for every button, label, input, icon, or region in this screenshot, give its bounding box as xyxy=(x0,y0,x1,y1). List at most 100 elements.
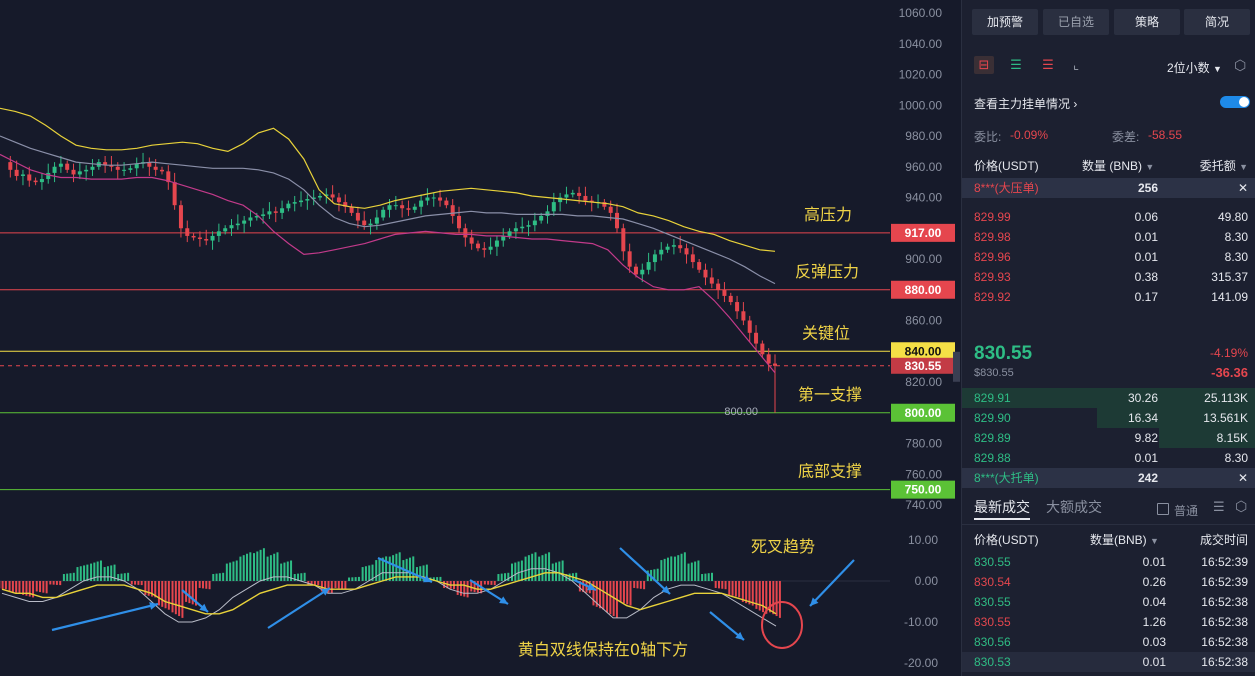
price-axis-tick: 1060.00 xyxy=(899,6,943,20)
candle-body xyxy=(754,332,759,344)
overview-button[interactable]: 简况 xyxy=(1184,9,1250,35)
bid-price: 829.88 xyxy=(974,451,1011,465)
book-asks-icon[interactable]: ☰ xyxy=(1038,56,1058,74)
filter-icon[interactable]: ☰ xyxy=(1213,499,1225,515)
candle-body xyxy=(90,166,95,170)
price-axis-tick: 900.00 xyxy=(905,252,942,266)
cross-highlight-circle xyxy=(761,601,803,649)
caret-down-icon: ▼ xyxy=(1145,162,1155,172)
macd-axis-tick: 0.00 xyxy=(915,574,939,588)
book-price-header: 价格(USDT) xyxy=(974,159,1039,173)
candle-body xyxy=(58,163,63,167)
bid-row[interactable]: 829.91 30.26 25.113K xyxy=(962,388,1255,408)
big-bid-row[interactable]: 8***(大托单) 242 ✕ xyxy=(962,468,1255,488)
bollinger-lower-line xyxy=(0,153,776,374)
strategy-button[interactable]: 策略 xyxy=(1114,9,1180,35)
ask-total: 49.80 xyxy=(1217,210,1248,224)
book-bids-icon[interactable]: ☰ xyxy=(1006,56,1026,74)
candle-body xyxy=(507,231,512,236)
candle-body xyxy=(286,203,291,209)
candle-body xyxy=(305,199,310,201)
book-both-icon[interactable]: ⊟ xyxy=(974,56,994,74)
bid-qty: 0.01 xyxy=(1134,451,1158,465)
diff-value: -58.55 xyxy=(1148,128,1183,142)
candle-body xyxy=(39,179,44,183)
candle-body xyxy=(444,200,449,206)
ask-row[interactable]: 829.98 0.01 8.30 xyxy=(962,227,1255,247)
candle-body xyxy=(159,169,164,172)
candle-body xyxy=(520,226,525,229)
bid-row[interactable]: 829.89 9.82 8.15K xyxy=(962,428,1255,448)
candle-body xyxy=(747,320,752,333)
candle-body xyxy=(564,194,569,198)
candle-body xyxy=(551,202,556,212)
candle-body xyxy=(273,211,278,213)
level-name: 底部支撑 xyxy=(798,462,862,481)
ask-row[interactable]: 829.93 0.38 315.37 xyxy=(962,267,1255,287)
macd-axis-tick: 10.00 xyxy=(908,533,938,547)
candle-body xyxy=(494,240,499,247)
candle-body xyxy=(197,237,202,240)
trade-time: 16:52:39 xyxy=(1201,575,1248,589)
close-icon[interactable]: ✕ xyxy=(1238,468,1248,488)
candle-body xyxy=(14,169,19,176)
candle-body xyxy=(646,262,651,270)
tab-latest-trades[interactable]: 最新成交 xyxy=(974,497,1030,517)
trade-row: 830.55 0.04 16:52:38 xyxy=(962,592,1255,612)
candle-body xyxy=(210,235,215,241)
candle-body xyxy=(178,205,183,229)
ask-total: 8.30 xyxy=(1224,250,1248,264)
candle-body xyxy=(292,202,297,204)
book-total-header[interactable]: 委托额 ▼ xyxy=(1200,157,1248,174)
ask-row[interactable]: 829.99 0.06 49.80 xyxy=(962,207,1255,227)
level-tag-text: 800.00 xyxy=(905,406,942,420)
trade-price: 830.54 xyxy=(974,575,1011,589)
candle-body xyxy=(153,166,158,170)
chart-area[interactable]: 1060.00 1040.00 1020.00 1000.00 980.00 960.00… xyxy=(0,0,960,676)
depth-view-icon[interactable]: ⌞ xyxy=(1066,56,1086,74)
candle-body xyxy=(766,354,771,364)
candle-body xyxy=(406,208,411,210)
main-orders-toggle[interactable] xyxy=(1220,96,1250,108)
trade-qty-header[interactable]: 数量(BNB) ▼ xyxy=(1090,531,1159,548)
bid-row[interactable]: 829.88 0.01 8.30 xyxy=(962,448,1255,468)
candle-body xyxy=(122,169,127,171)
big-ask-row[interactable]: 8***(大压单) 256 ✕ xyxy=(962,178,1255,198)
candle-body xyxy=(172,182,177,206)
price-chart[interactable]: 1060.00 1040.00 1020.00 1000.00 980.00 960.00… xyxy=(0,0,960,676)
candle-body xyxy=(735,302,740,312)
bid-total: 8.15K xyxy=(1216,431,1248,445)
candle-body xyxy=(33,180,38,183)
settings-icon[interactable]: ⬡ xyxy=(1235,498,1247,515)
candle-body xyxy=(621,228,626,252)
normal-checkbox[interactable] xyxy=(1157,503,1169,515)
change-pct: -4.19% xyxy=(1209,346,1248,360)
candle-body xyxy=(381,209,386,218)
ask-row[interactable]: 829.96 0.01 8.30 xyxy=(962,247,1255,267)
candle-body xyxy=(438,197,443,201)
bid-price: 829.89 xyxy=(974,431,1011,445)
ask-price: 829.92 xyxy=(974,290,1011,304)
add-alert-button[interactable]: 加预警 xyxy=(972,9,1038,35)
tab-large-trades[interactable]: 大额成交 xyxy=(1046,497,1102,517)
candle-body xyxy=(463,228,468,238)
candle-body xyxy=(267,211,272,215)
candle-body xyxy=(482,248,487,250)
candle-body xyxy=(741,311,746,321)
macd-axis-tick: -20.00 xyxy=(904,656,938,670)
bid-row[interactable]: 829.90 16.34 13.561K xyxy=(962,408,1255,428)
trade-time: 16:52:38 xyxy=(1201,595,1248,609)
close-icon[interactable]: ✕ xyxy=(1238,178,1248,198)
ask-total: 141.09 xyxy=(1211,290,1248,304)
book-qty-header[interactable]: 数量 (BNB) ▼ xyxy=(1082,157,1154,174)
candle-body xyxy=(368,223,373,226)
watchlist-button[interactable]: 已自选 xyxy=(1043,9,1109,35)
decimal-select[interactable]: 2位小数 ▼ xyxy=(1167,59,1222,76)
candle-body xyxy=(475,243,480,249)
candle-body xyxy=(355,212,360,221)
ask-row[interactable]: 829.92 0.17 141.09 xyxy=(962,287,1255,307)
main-orders-link[interactable]: 查看主力挂单情况 › xyxy=(974,95,1077,112)
settings-icon[interactable]: ⬡ xyxy=(1234,57,1246,74)
trade-qty: 0.01 xyxy=(1142,655,1166,669)
macd-axis-tick: -10.00 xyxy=(904,615,938,629)
